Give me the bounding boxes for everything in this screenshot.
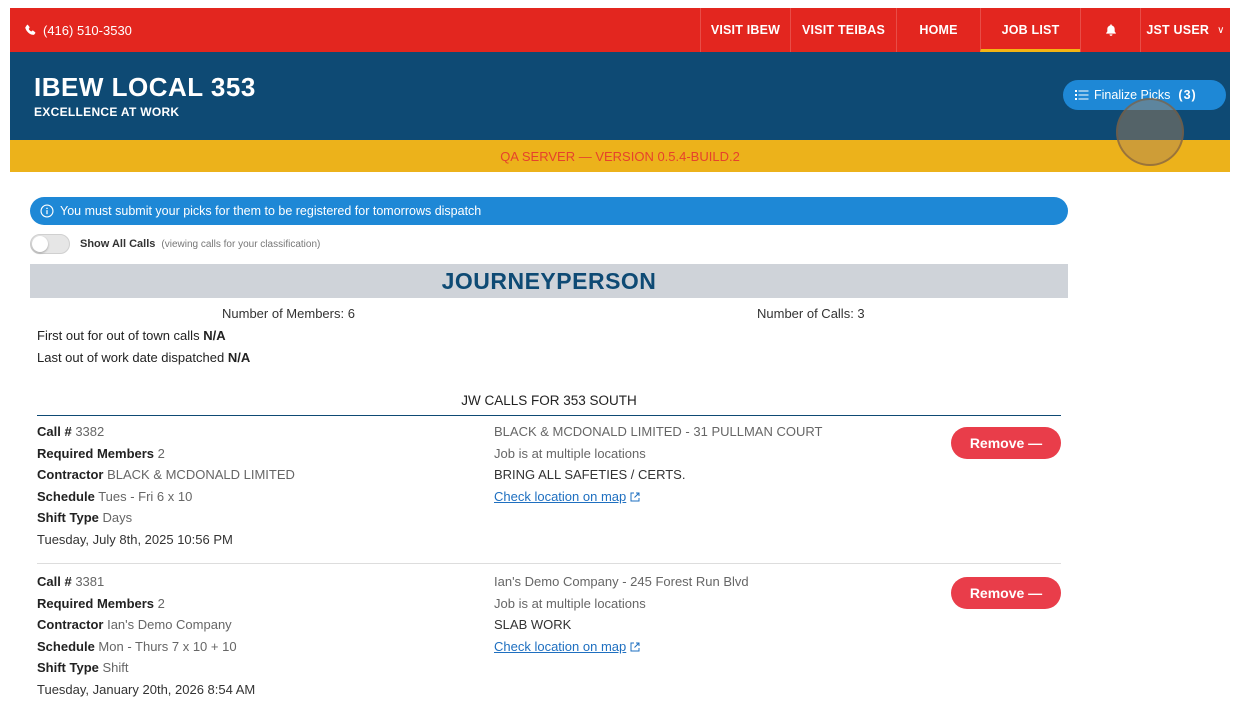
qa-server-banner: QA SERVER — VERSION 0.5.4-BUILD.2 (10, 140, 1230, 172)
remove-button[interactable]: Remove — (951, 577, 1061, 609)
nav-notifications[interactable] (1080, 8, 1140, 52)
top-bar: (416) 510-3530 VISIT IBEW VISIT TEIBAS H… (10, 8, 1230, 52)
info-icon (40, 204, 54, 218)
last-out-value: N/A (227, 350, 251, 365)
call-number: 3382 (75, 424, 105, 439)
nav-home[interactable]: HOME (896, 8, 980, 52)
location-address: Ian's Demo Company - 245 Forest Run Blvd (494, 574, 749, 589)
first-out-value: N/A (203, 328, 226, 343)
phone-number: (416) 510-3530 (43, 22, 132, 38)
shift-type: Days (102, 510, 133, 525)
chevron-down-icon: ∨ (1217, 24, 1225, 36)
nav-visit-teibas[interactable]: VISIT TEIBAS (790, 8, 896, 52)
classification-title: JOURNEYPERSON (30, 264, 1068, 298)
call-details: Call # 3381 Required Members 2 Contracto… (37, 574, 255, 703)
brand-subtitle: EXCELLENCE AT WORK (34, 105, 180, 119)
map-link[interactable]: Check location on map (494, 639, 640, 654)
classification-note: (viewing calls for your classification) (161, 238, 321, 250)
location-address: BLACK & MCDONALD LIMITED - 31 PULLMAN CO… (494, 424, 823, 439)
posted-date: Tuesday, January 20th, 2026 8:54 AM (37, 681, 256, 697)
remove-button[interactable]: Remove — (951, 427, 1061, 459)
multiple-locations-note: Job is at multiple locations (494, 595, 646, 611)
calls-section-heading: JW CALLS FOR 353 SOUTH (37, 386, 1061, 416)
call-notes: BRING ALL SAFETIES / CERTS. (494, 467, 686, 482)
picks-count-badge: (3) (1178, 88, 1197, 102)
external-link-icon (630, 492, 640, 501)
call-card: Call # 3381 Required Members 2 Contracto… (37, 574, 1061, 704)
dispatch-notice-text: You must submit your picks for them to b… (60, 204, 482, 218)
required-members: 2 (157, 595, 165, 611)
dispatch-notice: You must submit your picks for them to b… (30, 197, 1068, 225)
show-all-calls-row: Show All Calls (viewing calls for your c… (30, 234, 320, 254)
list-icon (1075, 90, 1089, 100)
nav-user-menu[interactable]: JST USER ∨ (1140, 8, 1230, 52)
call-notes: SLAB WORK (494, 617, 572, 632)
finalize-picks-label: Finalize Picks (1094, 88, 1171, 102)
show-all-calls-toggle[interactable] (30, 234, 70, 254)
nav-job-list[interactable]: JOB LIST (980, 8, 1080, 52)
brand-title[interactable]: IBEW LOCAL 353 (34, 72, 256, 103)
phone-contact[interactable]: (416) 510-3530 (10, 23, 132, 38)
app-frame: (416) 510-3530 VISIT IBEW VISIT TEIBAS H… (10, 8, 1230, 704)
nav-visit-ibew[interactable]: VISIT IBEW (700, 8, 790, 52)
top-nav: VISIT IBEW VISIT TEIBAS HOME JOB LIST JS… (700, 8, 1230, 52)
call-number: 3381 (75, 574, 105, 589)
members-count: Number of Members: 6 (222, 306, 355, 321)
phone-icon (25, 24, 36, 35)
schedule: Tues - Fri 6 x 10 (98, 488, 193, 504)
multiple-locations-note: Job is at multiple locations (494, 445, 646, 461)
site-header: IBEW LOCAL 353 EXCELLENCE AT WORK Finali… (10, 52, 1230, 166)
calls-count: Number of Calls: 3 (757, 306, 865, 321)
call-card: Call # 3382 Required Members 2 Contracto… (37, 424, 1061, 564)
contractor-name: Ian's Demo Company (107, 617, 232, 632)
contractor-name: BLACK & MCDONALD LIMITED (107, 467, 295, 482)
call-location: BLACK & MCDONALD LIMITED - 31 PULLMAN CO… (494, 424, 822, 510)
toggle-knob (32, 236, 48, 252)
finalize-picks-button[interactable]: Finalize Picks (3) (1063, 80, 1226, 110)
call-location: Ian's Demo Company - 245 Forest Run Blvd… (494, 574, 749, 660)
schedule: Mon - Thurs 7 x 10 + 10 (98, 638, 237, 654)
map-link[interactable]: Check location on map (494, 489, 640, 504)
last-out-line: Last out of work date dispatched N/A (37, 350, 251, 365)
posted-date: Tuesday, July 8th, 2025 10:56 PM (37, 531, 233, 547)
required-members: 2 (157, 445, 165, 461)
external-link-icon (630, 642, 640, 651)
show-all-calls-label: Show All Calls (80, 238, 156, 250)
shift-type: Shift (102, 660, 129, 675)
first-out-line: First out for out of town calls N/A (37, 328, 226, 343)
bell-icon (1105, 24, 1116, 36)
call-details: Call # 3382 Required Members 2 Contracto… (37, 424, 295, 553)
